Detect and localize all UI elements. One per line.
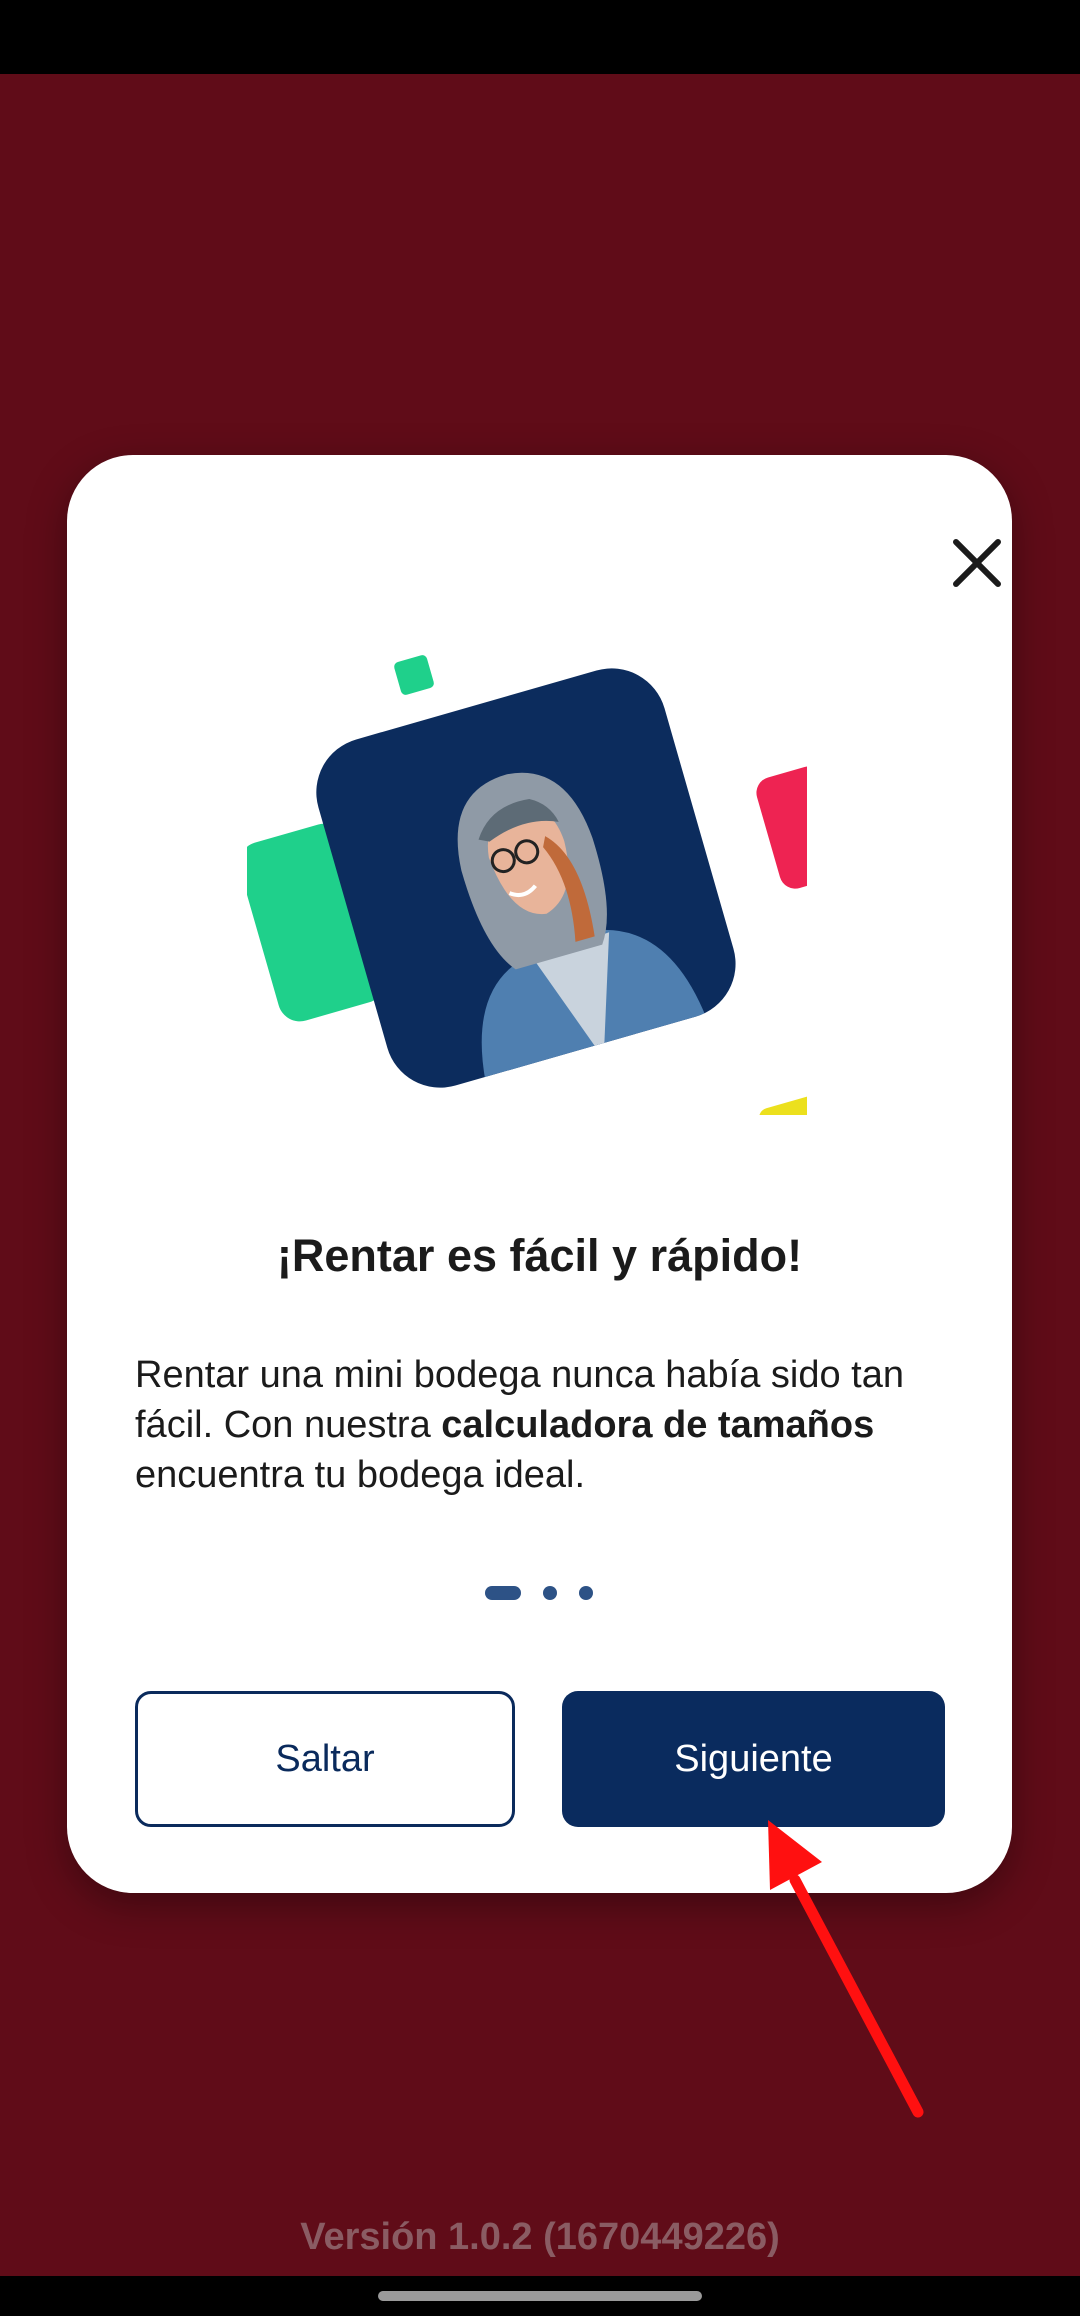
page-dot-active	[485, 1586, 521, 1600]
navigation-bar	[0, 2276, 1080, 2316]
home-gesture-handle[interactable]	[378, 2291, 702, 2301]
description-bold-text: calculadora de tamaños	[441, 1404, 875, 1446]
onboarding-dialog: ¡Rentar es fácil y rápido! Rentar una mi…	[67, 455, 1012, 1893]
close-button[interactable]	[927, 513, 1027, 613]
next-button[interactable]: Siguiente	[562, 1691, 945, 1827]
description-text-2: encuentra tu bodega ideal.	[135, 1454, 586, 1496]
yellow-square	[759, 1094, 807, 1115]
onboarding-title: ¡Rentar es fácil y rápido!	[276, 1230, 803, 1281]
page-dot	[579, 1586, 593, 1600]
page-dot	[543, 1586, 557, 1600]
red-block	[756, 766, 807, 889]
onboarding-illustration	[247, 655, 807, 1115]
screen: ¡Rentar es fácil y rápido! Rentar una mi…	[0, 0, 1080, 2316]
close-icon	[953, 539, 1001, 587]
green-small-square	[394, 655, 434, 695]
page-indicator	[485, 1585, 615, 1601]
status-bar	[0, 0, 1080, 74]
version-label: Versión 1.0.2 (1670449226)	[300, 2216, 780, 2258]
skip-button[interactable]: Saltar	[135, 1691, 515, 1827]
onboarding-description: Rentar una mini bodega nunca había sido …	[135, 1350, 955, 1500]
